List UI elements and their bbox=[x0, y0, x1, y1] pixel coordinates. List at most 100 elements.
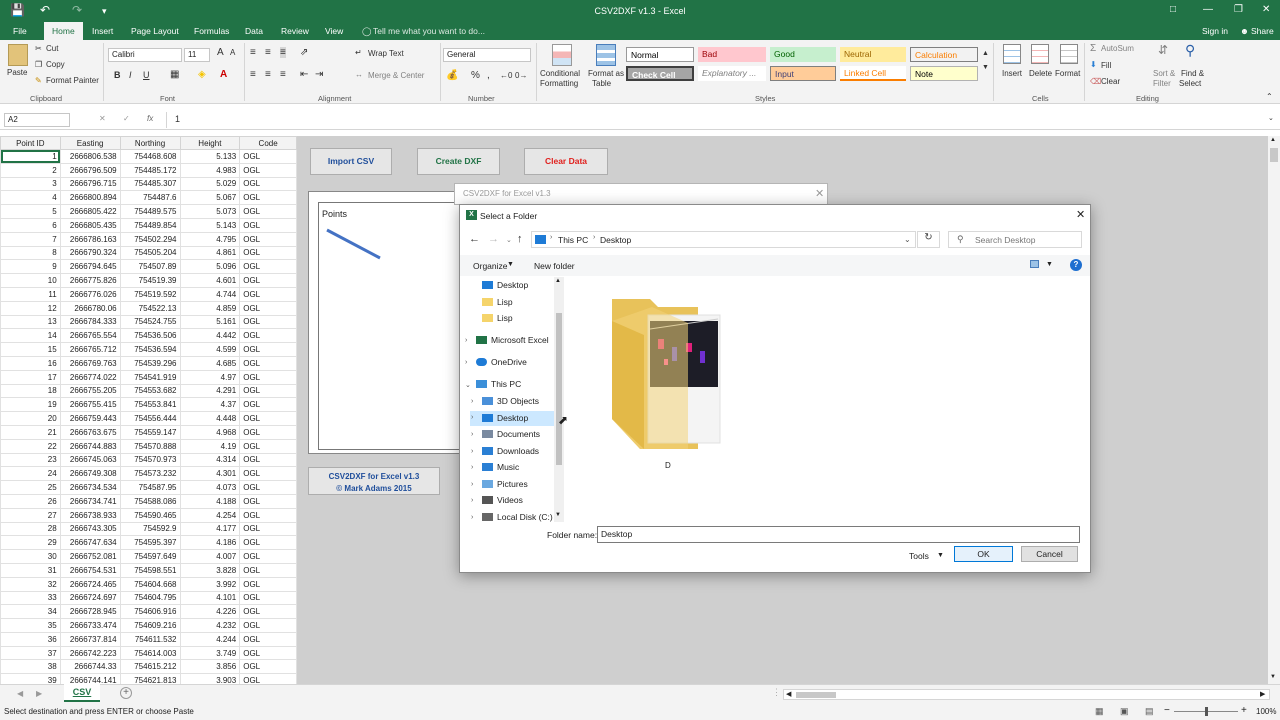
table-cell[interactable]: 754489.854 bbox=[119, 217, 181, 233]
ribbon-options-icon[interactable]: □ bbox=[1170, 4, 1176, 15]
format-as-table-label1[interactable]: Format as bbox=[588, 69, 624, 78]
styles-scroll-up-icon[interactable]: ▲ bbox=[982, 50, 989, 57]
table-cell[interactable]: 754487.6 bbox=[119, 190, 181, 206]
table-cell[interactable]: 754519.592 bbox=[119, 286, 181, 302]
number-format-select[interactable]: General bbox=[443, 48, 531, 62]
column-header[interactable]: Point ID bbox=[0, 136, 61, 150]
expand-arrow-icon[interactable]: › bbox=[471, 414, 473, 421]
table-cell[interactable]: 2666737.814 bbox=[59, 631, 121, 647]
table-cell[interactable]: 4.599 bbox=[179, 342, 241, 357]
table-cell[interactable]: 2666805.422 bbox=[59, 204, 121, 219]
nav-desktop-quick[interactable]: Desktop bbox=[482, 280, 528, 290]
table-cell[interactable]: OGL bbox=[239, 300, 297, 316]
align-middle-icon[interactable]: ≡ bbox=[265, 47, 271, 58]
table-cell[interactable]: 3 bbox=[0, 176, 61, 192]
table-cell[interactable]: OGL bbox=[239, 217, 297, 233]
zoom-in-icon[interactable]: + bbox=[1241, 705, 1247, 716]
table-cell[interactable]: 3.749 bbox=[179, 645, 241, 661]
table-cell[interactable]: 2666734.534 bbox=[59, 480, 121, 495]
table-cell[interactable]: OGL bbox=[239, 383, 297, 399]
cut-button[interactable]: Cut bbox=[46, 44, 58, 53]
merge-center-button[interactable]: Merge & Center bbox=[368, 71, 424, 80]
font-size-select[interactable]: 11 bbox=[184, 48, 210, 62]
expand-arrow-icon[interactable]: › bbox=[465, 337, 467, 344]
up-icon[interactable]: ↑ bbox=[517, 233, 523, 245]
table-cell[interactable]: 754556.444 bbox=[119, 411, 181, 426]
table-cell[interactable]: 11 bbox=[0, 286, 61, 302]
table-cell[interactable]: OGL bbox=[239, 149, 297, 164]
table-cell[interactable]: 5.067 bbox=[179, 190, 241, 206]
delete-cells-icon[interactable] bbox=[1031, 44, 1049, 64]
table-cell[interactable]: 754621.813 bbox=[119, 673, 181, 684]
new-folder-button[interactable]: New folder bbox=[534, 261, 575, 271]
table-cell[interactable]: 2666763.675 bbox=[59, 424, 121, 440]
table-cell[interactable]: 3.828 bbox=[179, 562, 241, 578]
table-cell[interactable]: 4.186 bbox=[179, 535, 241, 551]
dialog-close-icon[interactable]: ✕ bbox=[1076, 208, 1085, 221]
percent-button[interactable]: % bbox=[471, 70, 480, 81]
table-cell[interactable]: 754553.682 bbox=[119, 383, 181, 399]
table-cell[interactable]: 5.161 bbox=[179, 314, 241, 330]
underline-button[interactable]: U bbox=[143, 70, 150, 80]
insert-cells-button[interactable]: Insert bbox=[1002, 69, 1022, 78]
recent-locations-icon[interactable]: ⌄ bbox=[506, 236, 512, 244]
nav-desktop[interactable]: Desktop bbox=[482, 413, 528, 423]
table-cell[interactable]: 4.744 bbox=[179, 286, 241, 302]
table-cell[interactable]: 16 bbox=[0, 355, 61, 371]
table-cell[interactable]: 2666776.026 bbox=[59, 286, 121, 302]
clear-button[interactable]: Clear bbox=[1101, 77, 1120, 86]
zoom-out-icon[interactable]: − bbox=[1164, 705, 1170, 716]
nav-lisp-1[interactable]: Lisp bbox=[482, 297, 513, 307]
style-input[interactable]: Input bbox=[770, 66, 836, 81]
table-cell[interactable]: 2666774.022 bbox=[59, 369, 121, 385]
table-cell[interactable]: 2666780.06 bbox=[59, 300, 121, 316]
column-header[interactable]: Northing bbox=[119, 136, 181, 150]
table-cell[interactable]: 9 bbox=[0, 259, 61, 275]
style-neutral[interactable]: Neutral bbox=[840, 47, 906, 62]
scroll-down-icon[interactable]: ▼ bbox=[555, 512, 561, 518]
paste-icon[interactable] bbox=[8, 44, 28, 66]
table-cell[interactable]: 754485.172 bbox=[119, 162, 181, 178]
table-cell[interactable]: 4.314 bbox=[179, 452, 241, 468]
add-sheet-icon[interactable]: + bbox=[120, 687, 132, 699]
style-linked-cell[interactable]: Linked Cell bbox=[840, 66, 906, 81]
align-top-icon[interactable]: ≡ bbox=[250, 47, 256, 58]
style-good[interactable]: Good bbox=[770, 47, 836, 62]
table-cell[interactable]: 2666724.465 bbox=[59, 576, 121, 592]
table-cell[interactable]: 19 bbox=[0, 397, 61, 413]
zoom-level[interactable]: 100% bbox=[1256, 707, 1276, 716]
table-cell[interactable]: 754588.086 bbox=[119, 493, 181, 509]
tell-me-box[interactable]: Tell me what you want to do... bbox=[373, 26, 485, 36]
forward-icon[interactable]: → bbox=[488, 233, 499, 245]
nav-documents[interactable]: Documents bbox=[482, 429, 540, 439]
table-cell[interactable]: 33 bbox=[0, 590, 61, 606]
table-cell[interactable]: OGL bbox=[239, 604, 297, 620]
nav-downloads[interactable]: Downloads bbox=[482, 446, 539, 456]
create-dxf-button[interactable]: Create DXF bbox=[417, 148, 500, 175]
bold-button[interactable]: B bbox=[114, 70, 121, 80]
scrollbar-thumb[interactable] bbox=[796, 692, 836, 698]
style-bad[interactable]: Bad bbox=[698, 47, 766, 62]
table-cell[interactable]: 754604.795 bbox=[119, 590, 181, 606]
table-cell[interactable]: OGL bbox=[239, 645, 297, 661]
table-cell[interactable]: OGL bbox=[239, 659, 297, 675]
align-bottom-icon[interactable]: ≡ bbox=[280, 47, 286, 58]
page-break-view-icon[interactable]: ▤ bbox=[1145, 706, 1154, 717]
table-cell[interactable]: 4.968 bbox=[179, 424, 241, 440]
table-cell[interactable]: OGL bbox=[239, 535, 297, 551]
table-cell[interactable]: 754597.649 bbox=[119, 549, 181, 564]
page-layout-view-icon[interactable]: ▣ bbox=[1120, 706, 1129, 717]
normal-view-icon[interactable]: ▦ bbox=[1095, 706, 1104, 717]
table-cell[interactable]: 4.859 bbox=[179, 300, 241, 316]
table-cell[interactable]: OGL bbox=[239, 286, 297, 302]
table-cell[interactable]: 5.029 bbox=[179, 176, 241, 192]
table-cell[interactable]: OGL bbox=[239, 438, 297, 454]
grow-font-button[interactable]: A bbox=[217, 47, 224, 58]
csv2dxf-close-icon[interactable]: ✕ bbox=[815, 187, 824, 200]
expand-arrow-icon[interactable]: › bbox=[471, 398, 473, 405]
table-cell[interactable]: OGL bbox=[239, 245, 297, 261]
table-cell[interactable]: 4.448 bbox=[179, 411, 241, 426]
table-cell[interactable]: 31 bbox=[0, 562, 61, 578]
table-cell[interactable]: 754522.13 bbox=[119, 300, 181, 316]
conditional-formatting-icon[interactable] bbox=[552, 44, 572, 66]
